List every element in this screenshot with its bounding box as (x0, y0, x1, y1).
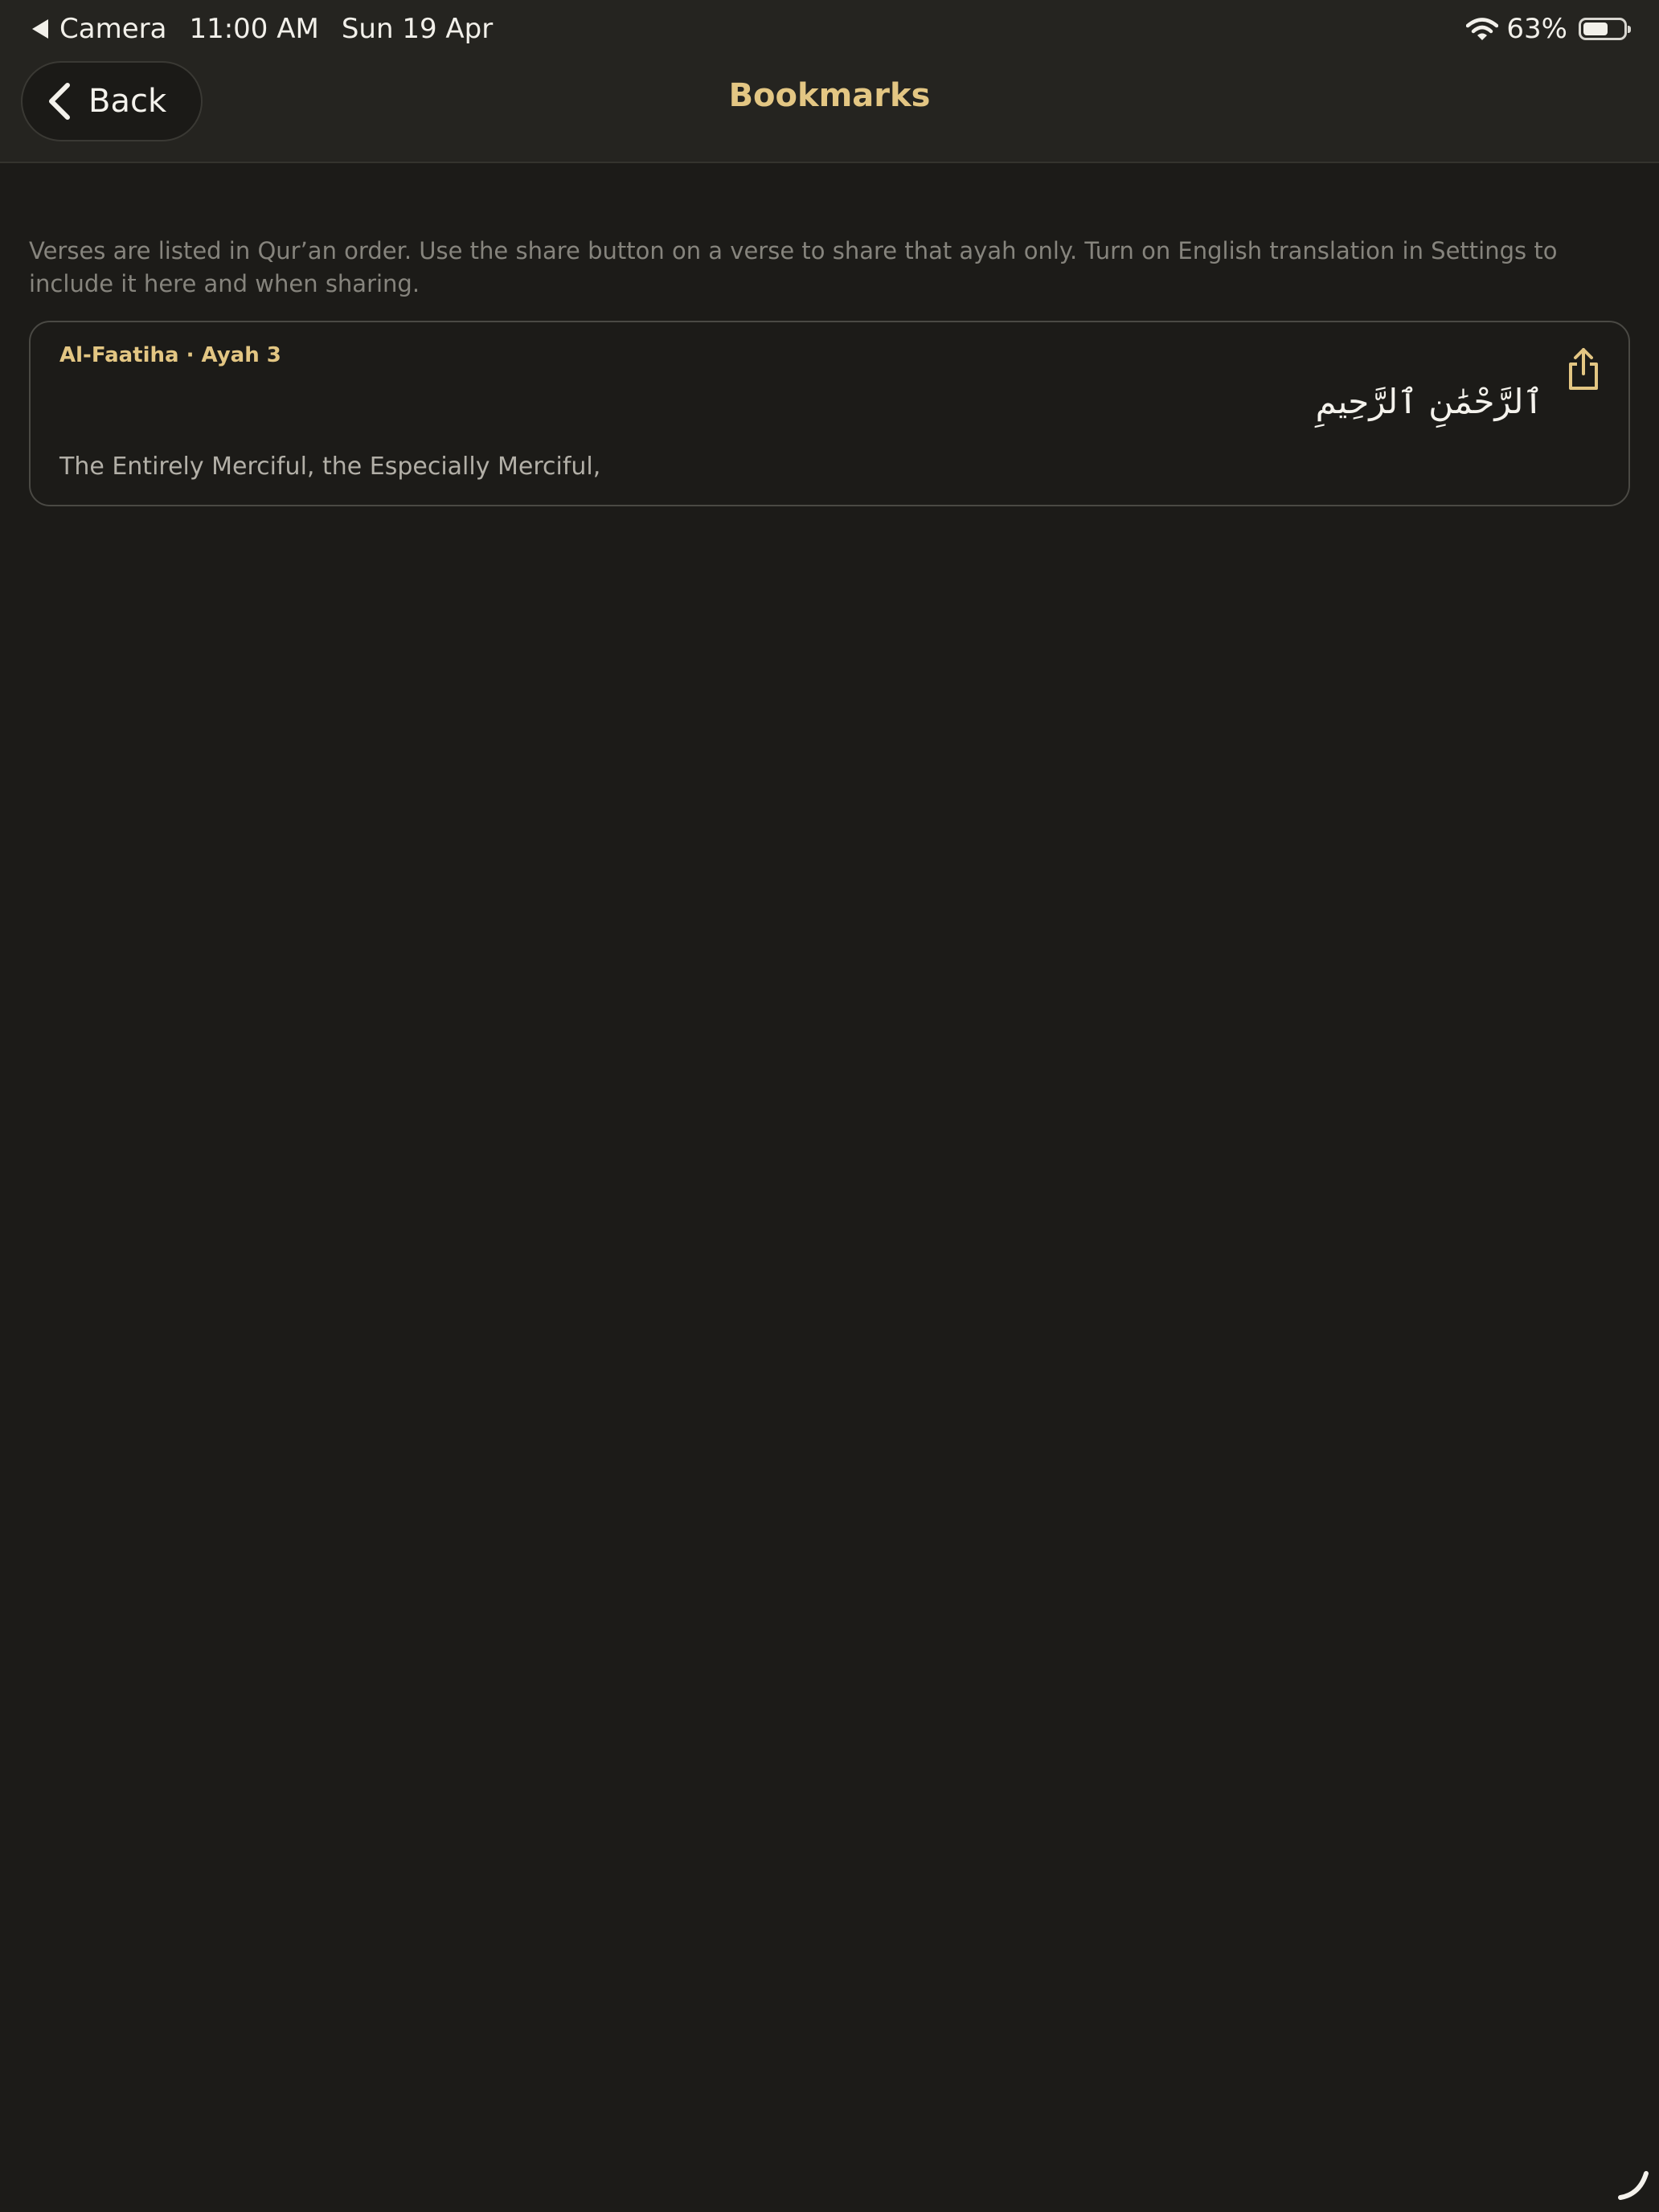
status-bar-right: 63% (1466, 11, 1631, 47)
share-button[interactable] (1564, 346, 1603, 391)
wifi-icon (1466, 18, 1499, 40)
verse-arabic-text: ٱلرَّحْمَٰنِ ٱلرَّحِيمِ (1315, 382, 1543, 421)
verse-translation: The Entirely Merciful, the Especially Me… (59, 453, 601, 481)
status-bar: Camera 11:00 AM Sun 19 Apr 63% (0, 0, 1659, 58)
status-date: Sun 19 Apr (341, 13, 494, 45)
share-icon (1569, 348, 1598, 390)
scroll-corner-indicator (1618, 2171, 1649, 2200)
battery-tip (1628, 26, 1631, 33)
page-title: Bookmarks (728, 77, 931, 114)
verse-reference: Al-Faatiha · Ayah 3 (59, 343, 281, 367)
return-app-label: Camera (59, 13, 167, 45)
status-time: 11:00 AM (189, 13, 319, 45)
status-bar-left[interactable]: Camera 11:00 AM Sun 19 Apr (32, 11, 493, 47)
bookmarks-intro-text: Verses are listed in Qur’an order. Use t… (29, 237, 1558, 297)
bookmark-card[interactable]: Al-Faatiha · Ayah 3 ٱلرَّحْمَٰنِ ٱلرَّحِ… (29, 321, 1630, 506)
return-to-app-icon (32, 19, 48, 39)
battery-fill (1583, 23, 1608, 35)
battery-icon (1579, 18, 1631, 40)
battery-percent: 63% (1506, 13, 1567, 45)
